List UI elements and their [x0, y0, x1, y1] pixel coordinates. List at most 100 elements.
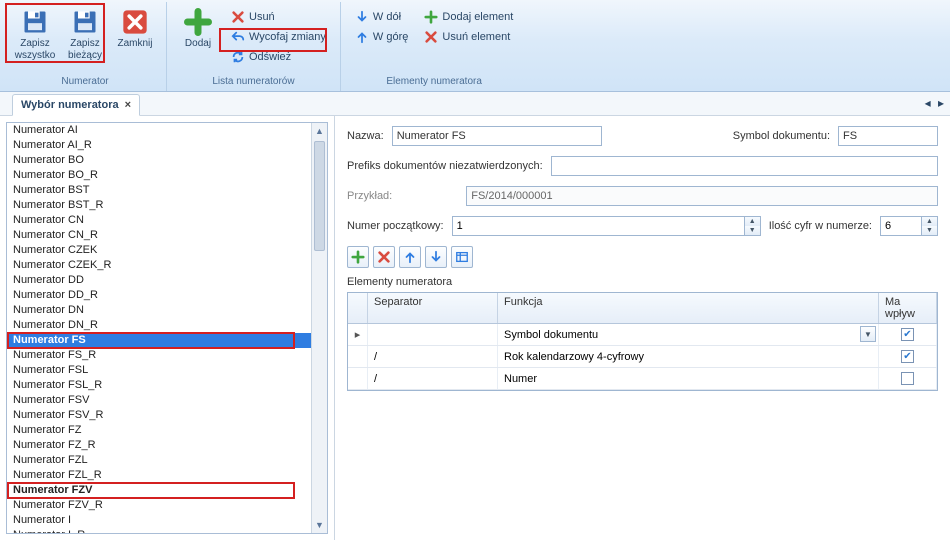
list-item[interactable]: Numerator FSV_R	[7, 408, 311, 423]
scrollbar[interactable]: ▲ ▼	[311, 123, 327, 533]
function-cell[interactable]: Rok kalendarzowy 4-cyfrowy	[498, 346, 879, 367]
function-header[interactable]: Funkcja	[498, 293, 879, 323]
move-up-button[interactable]: W górę	[351, 28, 412, 46]
list-item[interactable]: Numerator CZEK	[7, 243, 311, 258]
name-input[interactable]	[392, 126, 602, 146]
list-item[interactable]: Numerator BO_R	[7, 168, 311, 183]
save-all-button[interactable]: Zapisz wszystko	[10, 6, 60, 64]
numerator-listbox[interactable]: Numerator AINumerator AI_RNumerator BONu…	[6, 122, 328, 534]
undo-changes-button[interactable]: Wycofaj zmiany	[227, 28, 330, 46]
separator-cell[interactable]	[368, 324, 498, 345]
list-item[interactable]: Numerator FZL_R	[7, 468, 311, 483]
list-item[interactable]: Numerator CN_R	[7, 228, 311, 243]
close-button[interactable]: Zamknij	[110, 6, 160, 52]
ribbon-group-elements: W dół W górę Dodaj element Usuń element …	[341, 2, 527, 91]
toolbar-down-button[interactable]	[425, 246, 447, 268]
tab-wybor-numeratora[interactable]: Wybór numeratora ×	[12, 94, 140, 116]
list-item[interactable]: Numerator I_R	[7, 528, 311, 533]
toolbar-columns-button[interactable]	[451, 246, 473, 268]
start-number-input[interactable]	[453, 217, 744, 235]
separator-header[interactable]: Separator	[368, 293, 498, 323]
list-item[interactable]: Numerator FZ_R	[7, 438, 311, 453]
scroll-down-icon[interactable]: ▼	[312, 517, 327, 533]
list-item[interactable]: Numerator FS	[7, 333, 311, 348]
list-item[interactable]: Numerator BST_R	[7, 198, 311, 213]
table-row[interactable]: /Rok kalendarzowy 4-cyfrowy ✔	[348, 346, 937, 368]
list-item[interactable]: Numerator CN	[7, 213, 311, 228]
elements-toolbar	[347, 246, 938, 268]
start-number-spinner[interactable]: ▲▼	[452, 216, 761, 236]
list-item[interactable]: Numerator DN	[7, 303, 311, 318]
tab-nav[interactable]: ◂ ▸	[925, 96, 946, 110]
save-icon	[71, 8, 99, 36]
numerator-list-pane: Numerator AINumerator AI_RNumerator BONu…	[0, 116, 335, 540]
add-element-button[interactable]: Dodaj element	[420, 8, 517, 26]
list-item[interactable]: Numerator DD	[7, 273, 311, 288]
tab-close-icon[interactable]: ×	[125, 99, 131, 111]
scroll-up-icon[interactable]: ▲	[312, 123, 327, 139]
arrow-up-icon	[403, 250, 417, 264]
table-row[interactable]: /Numer	[348, 368, 937, 390]
list-item[interactable]: Numerator CZEK_R	[7, 258, 311, 273]
list-item[interactable]: Numerator I	[7, 513, 311, 528]
arrow-down-icon	[355, 10, 369, 24]
plus-small-icon	[424, 10, 438, 24]
function-cell[interactable]: Symbol dokumentu▼	[498, 324, 879, 345]
delete-button[interactable]: Usuń	[227, 8, 330, 26]
refresh-button[interactable]: Odśwież	[227, 48, 330, 66]
list-item[interactable]: Numerator BO	[7, 153, 311, 168]
ribbon-group-label: Lista numeratorów	[212, 74, 294, 91]
digits-spinner[interactable]: ▲▼	[880, 216, 938, 236]
impact-cell[interactable]: ✔	[879, 324, 937, 345]
doc-symbol-input[interactable]	[838, 126, 938, 146]
row-indicator: ▸	[348, 324, 368, 345]
checkbox[interactable]	[901, 372, 914, 385]
example-label: Przykład:	[347, 190, 392, 202]
list-item[interactable]: Numerator FSL	[7, 363, 311, 378]
list-item[interactable]: Numerator FZV	[7, 483, 311, 498]
spin-up-icon[interactable]: ▲	[922, 217, 937, 226]
delete-element-button[interactable]: Usuń element	[420, 28, 517, 46]
impact-cell[interactable]: ✔	[879, 346, 937, 367]
add-elem-label: Dodaj element	[442, 11, 513, 23]
list-item[interactable]: Numerator FZV_R	[7, 498, 311, 513]
move-down-button[interactable]: W dół	[351, 8, 412, 26]
arrow-down-icon	[429, 250, 443, 264]
list-item[interactable]: Numerator BST	[7, 183, 311, 198]
list-item[interactable]: Numerator FSL_R	[7, 378, 311, 393]
list-item[interactable]: Numerator FS_R	[7, 348, 311, 363]
spin-down-icon[interactable]: ▼	[922, 226, 937, 235]
undo-icon	[231, 30, 245, 44]
toolbar-add-button[interactable]	[347, 246, 369, 268]
spin-down-icon[interactable]: ▼	[745, 226, 760, 235]
table-row[interactable]: ▸ Symbol dokumentu▼ ✔	[348, 324, 937, 346]
list-item[interactable]: Numerator AI	[7, 123, 311, 138]
scroll-thumb[interactable]	[314, 141, 325, 251]
ribbon-group-label: Elementy numeratora	[386, 74, 482, 91]
save-current-button[interactable]: Zapisz bieżący	[60, 6, 110, 64]
impact-header[interactable]: Ma wpływ	[879, 293, 937, 323]
checkbox[interactable]: ✔	[901, 350, 914, 363]
del-elem-label: Usuń element	[442, 31, 510, 43]
function-cell[interactable]: Numer	[498, 368, 879, 389]
spin-up-icon[interactable]: ▲	[745, 217, 760, 226]
list-item[interactable]: Numerator DD_R	[7, 288, 311, 303]
list-item[interactable]: Numerator FSV	[7, 393, 311, 408]
list-item[interactable]: Numerator FZL	[7, 453, 311, 468]
dropdown-icon[interactable]: ▼	[860, 326, 876, 342]
list-item[interactable]: Numerator DN_R	[7, 318, 311, 333]
digits-input[interactable]	[881, 217, 921, 235]
impact-cell[interactable]	[879, 368, 937, 389]
list-item[interactable]: Numerator FZ	[7, 423, 311, 438]
down-label: W dół	[373, 11, 401, 23]
add-button[interactable]: Dodaj	[173, 6, 223, 52]
toolbar-delete-button[interactable]	[373, 246, 395, 268]
toolbar-up-button[interactable]	[399, 246, 421, 268]
list-item[interactable]: Numerator AI_R	[7, 138, 311, 153]
separator-cell[interactable]: /	[368, 346, 498, 367]
prefix-input[interactable]	[551, 156, 938, 176]
elements-grid: Separator Funkcja Ma wpływ ▸ Symbol dokum…	[347, 292, 938, 391]
separator-cell[interactable]: /	[368, 368, 498, 389]
checkbox[interactable]: ✔	[901, 328, 914, 341]
start-number-label: Numer początkowy:	[347, 220, 444, 232]
